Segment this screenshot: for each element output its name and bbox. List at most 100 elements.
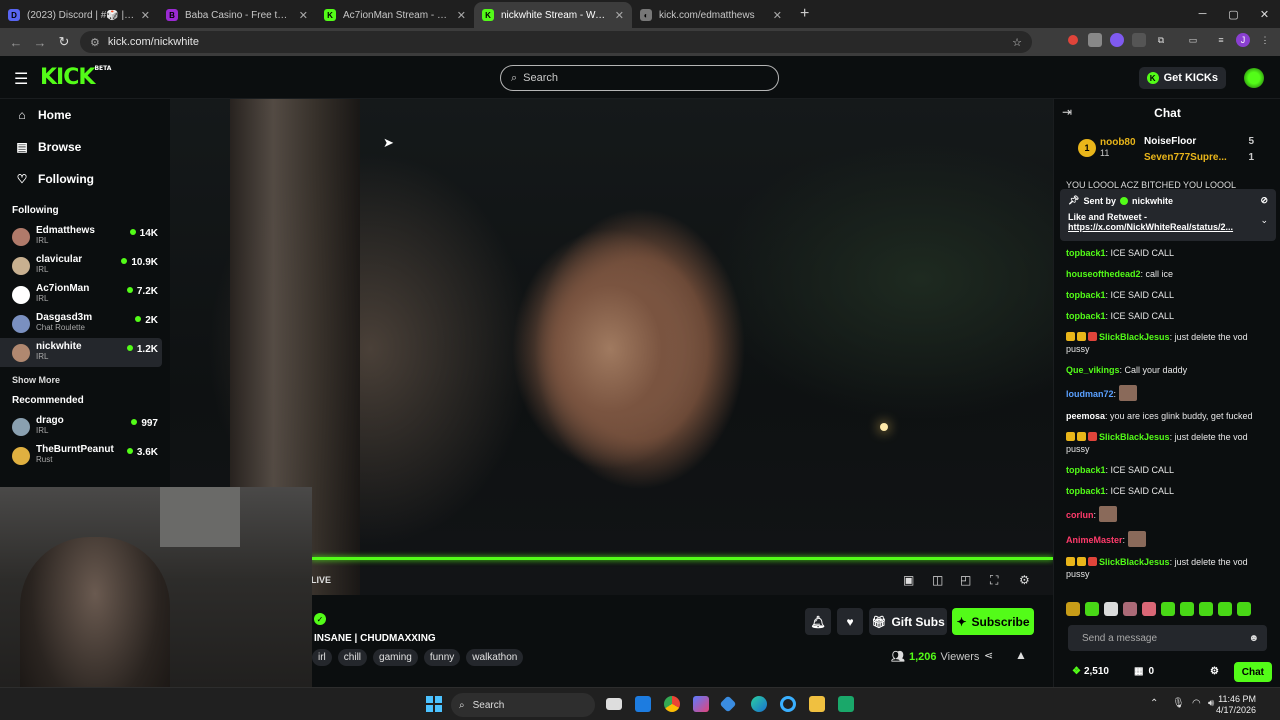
profile-avatar[interactable]: J [1236,33,1250,47]
pinned-link[interactable]: https://x.com/NickWhiteReal/status/2... [1068,222,1253,232]
chat-username[interactable]: corlun [1066,510,1094,520]
tag-funny[interactable]: funny [423,649,461,666]
browser-tab[interactable]: ◐ kick.com/edmatthews ✕ [632,2,790,28]
sidebar-channel-clavicular[interactable]: clavicular IRL 10.9K [0,251,162,280]
sidebar-channel-drago[interactable]: drago IRL 997 [0,412,162,441]
chat-username[interactable]: peemosa [1066,411,1105,421]
chat-username[interactable]: topback1 [1066,465,1106,475]
reload-icon[interactable]: ↻ [52,34,76,50]
extension-icon[interactable] [1068,35,1078,45]
leaderboard-entry[interactable]: Seven777Supre... 1 [1144,152,1254,163]
chat-username[interactable]: Que_vikings [1066,365,1120,375]
emote-icon[interactable] [1161,602,1175,616]
browser-tab[interactable]: Knickwhite Stream - Watch Live ✕ [474,2,632,28]
settings-gear-icon[interactable]: ⚙ [1019,573,1030,587]
taskbar-search[interactable]: ⌕ Search [451,693,595,717]
site-info-icon[interactable]: ⚙ [90,36,100,49]
unpin-icon[interactable]: ⊘ [1260,195,1268,206]
leaderboard-entry[interactable]: noob80 11 [1100,137,1136,158]
app-icon[interactable] [693,696,709,712]
sidebar-channel-theburntpeanut[interactable]: TheBurntPeanut Rust 3.6K [0,441,162,470]
tray-chevron-icon[interactable]: ⌃ [1150,698,1158,709]
search-input[interactable]: ⌕ Search [500,65,779,91]
app-icon[interactable] [719,695,737,713]
sidebar-channel-dasgasd3m[interactable]: Dasgasd3m Chat Roulette 2K [0,309,162,338]
chat-username[interactable]: topback1 [1066,311,1106,321]
emote-icon[interactable] [1199,602,1213,616]
more-icon[interactable]: ⋮ [1258,33,1272,47]
browser-tab[interactable]: K Ac7ionMan Stream - Watch Live ✕ [316,2,474,28]
subscribe-button[interactable]: ✦ Subscribe [952,608,1034,635]
leaderboard-entry[interactable]: NoiseFloor 5 [1144,136,1254,147]
report-warning-icon[interactable]: ▲ [1015,648,1027,662]
clip-icon[interactable]: ◫ [932,573,943,587]
chat-send-button[interactable]: Chat [1233,662,1272,682]
subs-count[interactable]: ▦ 0 [1134,666,1154,677]
share-icon[interactable]: ⋖ [984,649,993,662]
extension-icon[interactable] [1110,33,1124,47]
minimize-icon[interactable]: ─ [1187,8,1218,20]
show-more-link[interactable]: Show More [0,367,170,393]
emote-icon[interactable] [1123,602,1137,616]
emote-icon[interactable] [1104,602,1118,616]
fullscreen-icon[interactable]: ⛶ [990,573,998,588]
tab-close-icon[interactable]: ✕ [299,9,308,22]
chat-username[interactable]: loudman72 [1066,389,1114,399]
emote-icon[interactable] [1237,602,1251,616]
puzzle-icon[interactable]: ⧉ [1154,33,1168,47]
kicks-balance[interactable]: ❖ 2,510 [1072,666,1109,677]
browser-tab[interactable]: B Baba Casino - Free to Play Slots ✕ [158,2,316,28]
chat-username[interactable]: topback1 [1066,248,1106,258]
kick-logo[interactable]: KICKBETA [40,65,111,90]
tab-close-icon[interactable]: ✕ [773,9,782,22]
wifi-icon[interactable]: ◠ [1192,698,1201,709]
app-icon[interactable] [780,696,796,712]
forward-icon[interactable]: → [28,35,52,50]
chat-username[interactable]: SlickBlackJesus [1099,332,1170,342]
chat-username[interactable]: topback1 [1066,290,1106,300]
system-clock[interactable]: 11:46 PM 4/17/2026 [1216,694,1256,716]
user-avatar[interactable] [1244,68,1264,88]
tag-irl[interactable]: irl [312,649,332,666]
emoji-picker-icon[interactable]: ☻ [1248,633,1259,644]
get-kicks-button[interactable]: K Get KICKs [1138,67,1226,89]
chat-username[interactable]: SlickBlackJesus [1099,557,1170,567]
chat-username[interactable]: topback1 [1066,486,1106,496]
emote-icon[interactable] [1180,602,1194,616]
sidebar-channel-nickwhite[interactable]: nickwhite IRL 1.2K [0,338,162,367]
sidepanel-icon[interactable]: ▭ [1186,33,1200,47]
sidebar-nav-browse[interactable]: ▤ Browse [0,131,170,163]
extension-icon[interactable] [1132,33,1146,47]
live-progress-bar[interactable] [311,557,1053,560]
sidebar-nav-following[interactable]: ♡ Following [0,163,170,195]
chrome-icon[interactable] [664,696,680,712]
microphone-icon[interactable]: 🎙︎ [1172,698,1185,709]
chat-message-input[interactable]: Send a message ☻ [1068,625,1267,651]
chevron-down-icon[interactable]: ⌄ [1260,215,1268,226]
tag-chill[interactable]: chill [337,649,368,666]
edge-icon[interactable] [751,696,767,712]
hamburger-menu-icon[interactable]: ☰ [14,69,28,89]
menu-list-icon[interactable]: ≡ [1214,33,1228,47]
follow-heart-button[interactable]: ♥ [837,608,863,635]
gift-subs-button[interactable]: 🎁︎ Gift Subs [869,608,947,635]
theater-mode-icon[interactable]: ▣ [903,573,914,587]
file-explorer-icon[interactable] [809,696,825,712]
close-window-icon[interactable]: ✕ [1249,8,1280,21]
tab-close-icon[interactable]: ✕ [457,9,466,22]
chat-username[interactable]: houseofthedead2 [1066,269,1141,279]
chat-username[interactable]: AnimeMaster [1066,535,1123,545]
notifications-bell-button[interactable]: 🔔︎ [805,608,831,635]
url-field[interactable]: ⚙ kick.com/nickwhite ☆ [80,31,1032,53]
tag-gaming[interactable]: gaming [373,649,418,666]
maximize-icon[interactable]: ▢ [1218,8,1249,21]
pip-icon[interactable]: ◰ [960,573,971,587]
volume-icon[interactable]: 🔊︎ [1208,698,1214,709]
browser-tab[interactable]: D (2023) Discord | #🎲 | Freebies ✕ [0,2,158,28]
sidebar-nav-home[interactable]: ⌂ Home [0,99,170,131]
sidebar-channel-edmatthews[interactable]: Edmatthews IRL 14K [0,222,162,251]
windows-start-icon[interactable] [426,696,442,712]
tab-close-icon[interactable]: ✕ [615,9,624,22]
pinned-message[interactable]: 📌︎ Sent by nickwhite ⊘ Like and Retweet … [1060,189,1276,241]
app-icon[interactable] [838,696,854,712]
